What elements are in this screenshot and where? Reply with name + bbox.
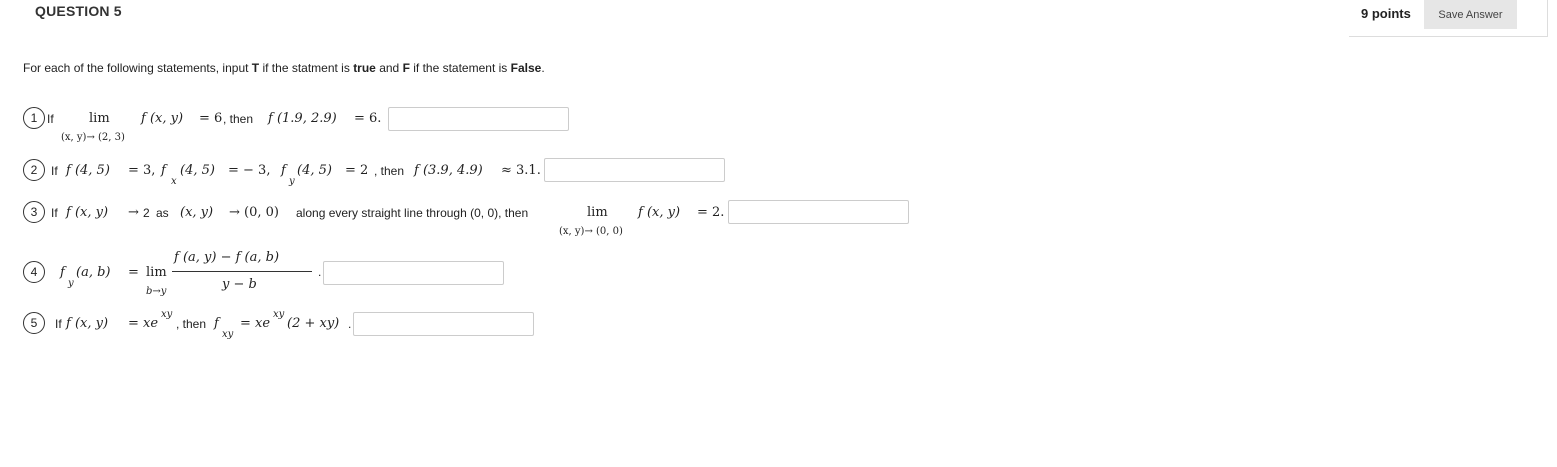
points-label: 9 points [1361, 6, 1411, 21]
item4-answer-input[interactable] [323, 261, 504, 285]
item5-dot: . [348, 317, 352, 331]
item-number-badge: 2 [23, 159, 45, 181]
question-title: QUESTION 5 [35, 3, 122, 19]
item3-as: as [156, 206, 169, 220]
item3-xy: (x, y) [180, 205, 214, 220]
item5-answer-input[interactable] [353, 312, 534, 336]
item1-lim-subscript: (x, y)→ (2, 3) [61, 132, 125, 143]
item3-lim: lim [587, 205, 608, 220]
instr-false-word: False [510, 61, 542, 75]
instructions-text: For each of the following statements, in… [23, 61, 545, 75]
item5-eq-xe2: = xe [240, 316, 271, 331]
item3-along: along every straight line through (0, 0)… [296, 206, 529, 220]
item4-lim-subscript: b→y [146, 286, 167, 297]
item5-rest: (2 + xy) [287, 316, 340, 331]
item3-if: If [51, 206, 58, 220]
item3-fxy: f (x, y) [66, 205, 109, 220]
item2-approx: ≈ 3.1. [501, 163, 541, 178]
item2-answer-input[interactable] [544, 158, 725, 182]
question-header-panel: 9 points Save Answer [1349, 0, 1548, 37]
item5-exponent: xy [161, 309, 173, 320]
instr-part: . [541, 61, 545, 75]
item5-if: If [55, 317, 62, 331]
item2-eq-c: = 2 [345, 163, 369, 178]
item2-fy: f [281, 163, 286, 178]
item2-eq-a: = 3, [128, 163, 156, 178]
item2-expr: f (3.9, 4.9) [414, 163, 483, 178]
item1-eq2: = 6. [354, 111, 382, 126]
item3-eq: = 2. [697, 205, 725, 220]
item3-two: 2 [143, 206, 150, 220]
item2-then: , then [374, 164, 405, 178]
instr-false-letter: F [402, 61, 410, 75]
item-number-badge: 5 [23, 312, 45, 334]
item3-answer-input[interactable] [728, 200, 909, 224]
item-number-badge: 1 [23, 107, 45, 129]
item3-lim-subscript: (x, y)→ (0, 0) [559, 226, 623, 237]
instr-part: and [375, 61, 403, 75]
item4-f-subscript: y [68, 278, 74, 289]
item2-fy-subscript: y [289, 176, 295, 187]
item3-expr: f (x, y) [638, 205, 681, 220]
item4-f: f [60, 265, 65, 280]
item4-dot: . [318, 265, 322, 279]
item2-eq-b: = − 3, [228, 163, 271, 178]
item5-f: f [214, 316, 219, 331]
item1-lim: lim [89, 111, 110, 126]
item5-fxy: f (x, y) [66, 316, 109, 331]
item2-fx-subscript: x [171, 176, 177, 187]
item1-then: , then [223, 112, 254, 126]
item4-fraction-bar [172, 271, 312, 272]
item1-eq: = 6 [199, 111, 223, 126]
item3-arrow-origin: → (0, 0) [229, 205, 279, 220]
item1-expr2: f (1.9, 2.9) [268, 111, 337, 126]
item4-denominator: y − b [222, 277, 257, 292]
item2-if: If [51, 164, 58, 178]
item1-expr: f (x, y) [141, 111, 184, 126]
item5-exponent2: xy [273, 309, 285, 320]
item-number-badge: 3 [23, 201, 45, 223]
item4-eq: = [128, 265, 139, 280]
item3-arrow: → [128, 205, 139, 220]
item1-if: If [47, 112, 54, 126]
item5-eq-xe: = xe [128, 316, 159, 331]
instr-part: if the statment is [259, 61, 354, 75]
item5-f-subscript: xy [222, 329, 234, 340]
item4-lim: lim [146, 265, 167, 280]
item4-args: (a, b) [76, 265, 111, 280]
item2-f45: f (4, 5) [66, 163, 110, 178]
item5-then: , then [176, 317, 207, 331]
save-answer-button[interactable]: Save Answer [1424, 0, 1517, 29]
instr-true-word: true [353, 61, 376, 75]
item-number-badge: 4 [23, 261, 45, 283]
item2-fx: f [161, 163, 166, 178]
instr-part: if the statement is [409, 61, 511, 75]
item4-numerator: f (a, y) − f (a, b) [174, 250, 280, 265]
item1-answer-input[interactable] [388, 107, 569, 131]
item2-fy-args: (4, 5) [297, 163, 332, 178]
item2-fx-args: (4, 5) [180, 163, 215, 178]
instr-part: For each of the following statements, in… [23, 61, 252, 75]
